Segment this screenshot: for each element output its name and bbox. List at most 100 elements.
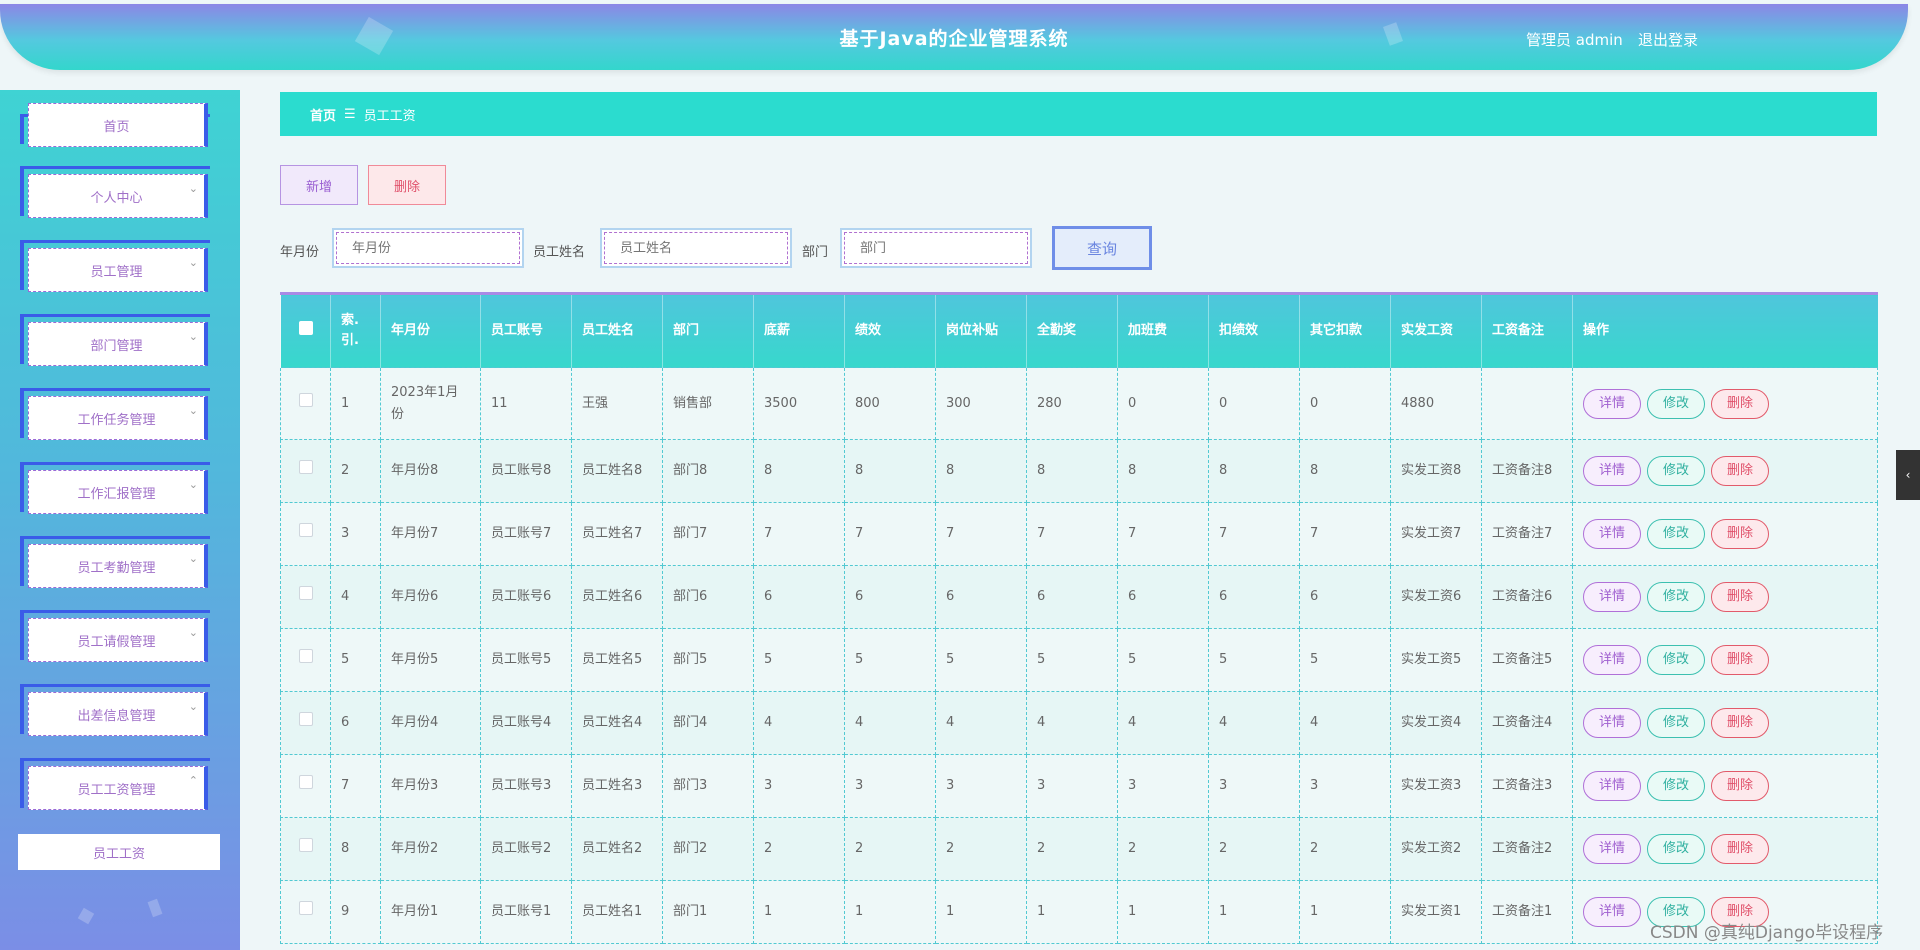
sidebar-item-employees[interactable]: 员工管理 ⌄ (20, 240, 210, 292)
row-checkbox[interactable] (298, 392, 313, 407)
row-delete-button[interactable]: 删除 (1711, 388, 1769, 419)
edit-button[interactable]: 修改 (1647, 582, 1705, 612)
table-cell: 0 (1117, 367, 1209, 440)
month-input[interactable] (332, 228, 524, 268)
column-header: 岗位补贴 (935, 292, 1027, 368)
table-cell: 员工账号7 (480, 502, 572, 566)
row-checkbox[interactable] (298, 775, 313, 789)
detail-button[interactable]: 详情 (1583, 456, 1641, 486)
table-cell: 8 (330, 817, 381, 881)
current-user: 管理员 admin (1526, 31, 1623, 49)
table-cell: 1 (330, 367, 381, 440)
detail-button[interactable]: 详情 (1583, 897, 1641, 927)
detail-button[interactable]: 详情 (1583, 834, 1641, 864)
row-checkbox[interactable] (298, 712, 313, 726)
detail-button[interactable]: 详情 (1583, 771, 1641, 801)
table-cell: 8 (1026, 439, 1118, 503)
table-cell: 300 (935, 367, 1027, 440)
table-cell: 7 (1117, 502, 1209, 566)
row-select-cell (280, 502, 331, 566)
collapse-panel-button[interactable]: ‹ (1896, 450, 1920, 500)
table-cell: 年月份1 (380, 880, 481, 944)
table-cell: 4 (844, 691, 936, 755)
table-cell (1481, 367, 1573, 440)
edit-button[interactable]: 修改 (1647, 834, 1705, 864)
table-cell: 8 (1117, 439, 1209, 503)
table-cell: 6 (330, 691, 381, 755)
column-header: 其它扣款 (1299, 292, 1391, 368)
table-cell: 年月份2 (380, 817, 481, 881)
edit-button[interactable]: 修改 (1647, 519, 1705, 549)
row-checkbox[interactable] (298, 901, 313, 915)
row-checkbox[interactable] (298, 649, 313, 663)
table-cell: 5 (753, 628, 845, 692)
table-cell: 3 (935, 754, 1027, 818)
detail-button[interactable]: 详情 (1583, 645, 1641, 675)
select-all-cell (280, 292, 331, 368)
table-cell: 2 (844, 817, 936, 881)
query-button[interactable]: 查询 (1052, 226, 1152, 270)
sidebar-item-label: 首页 (28, 103, 208, 147)
select-all-checkbox[interactable] (298, 320, 313, 335)
column-header: 年月份 (380, 292, 481, 368)
table-cell: 部门7 (662, 502, 754, 566)
edit-button[interactable]: 修改 (1647, 771, 1705, 801)
sidebar-item-trips[interactable]: 出差信息管理 ⌄ (20, 684, 210, 736)
table-cell: 员工姓名2 (571, 817, 663, 881)
row-delete-button[interactable]: 删除 (1711, 645, 1769, 675)
table-cell: 8 (935, 439, 1027, 503)
row-delete-button[interactable]: 删除 (1711, 519, 1769, 549)
sidebar-item-home[interactable]: 首页 (20, 103, 210, 147)
edit-button[interactable]: 修改 (1647, 456, 1705, 486)
table-cell: 4 (753, 691, 845, 755)
table-cell: 员工账号3 (480, 754, 572, 818)
sidebar-item-attendance[interactable]: 员工考勤管理 ⌄ (20, 536, 210, 588)
logout-link[interactable]: 退出登录 (1638, 29, 1698, 50)
sidebar-item-salary[interactable]: 员工工资管理 ⌃ (20, 758, 210, 810)
row-delete-button[interactable]: 删除 (1711, 456, 1769, 486)
actions-cell: 详情 修改 删除 (1572, 691, 1878, 755)
top-header: 基于Java的企业管理系统 管理员 admin 退出登录 (0, 4, 1908, 70)
row-delete-button[interactable]: 删除 (1711, 708, 1769, 738)
table-cell: 3 (844, 754, 936, 818)
detail-button[interactable]: 详情 (1583, 388, 1641, 419)
actions-cell: 详情 修改 删除 (1572, 502, 1878, 566)
row-checkbox[interactable] (298, 838, 313, 852)
column-header: 加班费 (1117, 292, 1209, 368)
add-button[interactable]: 新增 (280, 165, 358, 205)
salary-table: 索.引. 年月份 员工账号 员工姓名 部门 底薪 绩效 岗位补贴 全勤奖 加班费… (280, 292, 1878, 944)
row-delete-button[interactable]: 删除 (1711, 582, 1769, 612)
row-checkbox[interactable] (298, 460, 313, 474)
row-checkbox[interactable] (298, 586, 313, 600)
edit-button[interactable]: 修改 (1647, 388, 1705, 419)
name-input[interactable] (600, 228, 792, 268)
sidebar-subitem-salary[interactable]: 员工工资 (18, 834, 220, 870)
sidebar-item-departments[interactable]: 部门管理 ⌄ (20, 314, 210, 366)
delete-button[interactable]: 删除 (368, 165, 446, 205)
table-cell: 2023年1月份 (380, 367, 481, 440)
table-cell: 7 (935, 502, 1027, 566)
breadcrumb-home[interactable]: 首页 (310, 105, 336, 124)
table-cell: 6 (1208, 565, 1300, 629)
sidebar-item-leave[interactable]: 员工请假管理 ⌄ (20, 610, 210, 662)
row-checkbox[interactable] (298, 523, 313, 537)
column-header: 操作 (1572, 292, 1878, 368)
actions-cell: 详情 修改 删除 (1572, 367, 1878, 440)
table-cell: 1 (1299, 880, 1391, 944)
table-cell: 工资备注8 (1481, 439, 1573, 503)
table-cell: 员工姓名3 (571, 754, 663, 818)
edit-button[interactable]: 修改 (1647, 645, 1705, 675)
table-cell: 3 (330, 502, 381, 566)
dept-input[interactable] (840, 228, 1032, 268)
row-delete-button[interactable]: 删除 (1711, 834, 1769, 864)
edit-button[interactable]: 修改 (1647, 708, 1705, 738)
detail-button[interactable]: 详情 (1583, 708, 1641, 738)
row-delete-button[interactable]: 删除 (1711, 771, 1769, 801)
detail-button[interactable]: 详情 (1583, 519, 1641, 549)
table-cell: 0 (1208, 367, 1300, 440)
sidebar-item-reports[interactable]: 工作汇报管理 ⌄ (20, 462, 210, 514)
detail-button[interactable]: 详情 (1583, 582, 1641, 612)
sidebar-item-profile[interactable]: 个人中心 ⌄ (20, 166, 210, 218)
sidebar-item-tasks[interactable]: 工作任务管理 ⌄ (20, 388, 210, 440)
table-cell: 员工账号8 (480, 439, 572, 503)
